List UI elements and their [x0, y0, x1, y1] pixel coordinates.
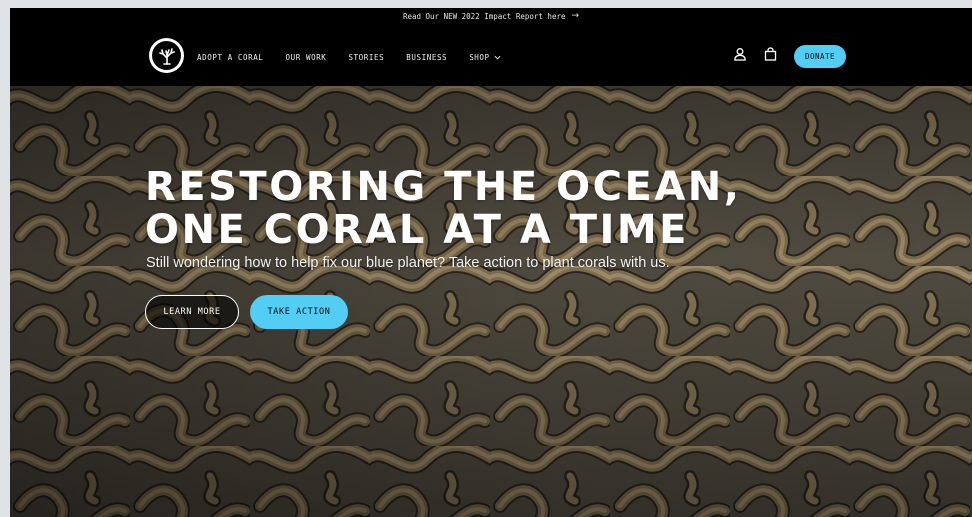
headline-line-1: RESTORING THE OCEAN, [145, 164, 742, 210]
main-navigation: ADOPT A CORAL OUR WORK STORIES BUSINESS … [10, 24, 972, 86]
arrow-right-icon[interactable]: → [572, 11, 580, 21]
announcement-text[interactable]: Read Our NEW 2022 Impact Report here [403, 12, 566, 21]
take-action-button[interactable]: TAKE ACTION [250, 295, 348, 329]
learn-more-button[interactable]: LEARN MORE [145, 295, 239, 329]
hero-subheadline: Still wondering how to help fix our blue… [146, 255, 670, 271]
nav-utility-icons [732, 46, 778, 62]
nav-item-adopt-a-coral[interactable]: ADOPT A CORAL [197, 51, 264, 63]
nav-item-shop[interactable]: SHOP [469, 51, 501, 63]
nav-item-label: OUR WORK [285, 52, 327, 62]
announcement-bar[interactable]: Read Our NEW 2022 Impact Report here → [10, 8, 972, 24]
browser-viewport: Read Our NEW 2022 Impact Report here → A… [10, 8, 972, 517]
nav-item-our-work[interactable]: OUR WORK [286, 51, 327, 63]
nav-item-business[interactable]: BUSINESS [406, 51, 447, 63]
hero-headline: RESTORING THE OCEAN, ONE CORAL AT A TIME [145, 166, 741, 252]
nav-item-label: STORIES [348, 52, 385, 62]
primary-menu: ADOPT A CORAL OUR WORK STORIES BUSINESS … [197, 51, 523, 63]
headline-line-2: ONE CORAL AT A TIME [145, 207, 690, 253]
shopping-bag-icon[interactable] [762, 46, 778, 62]
nav-item-label: SHOP [469, 52, 490, 62]
user-icon[interactable] [732, 46, 748, 62]
nav-item-label: ADOPT A CORAL [197, 52, 264, 62]
chevron-down-icon [494, 55, 501, 59]
coral-logo-icon[interactable] [149, 38, 184, 73]
donate-button[interactable]: DONATE [794, 45, 846, 68]
nav-item-stories[interactable]: STORIES [348, 51, 384, 63]
nav-item-label: BUSINESS [406, 52, 448, 62]
hero-section: RESTORING THE OCEAN, ONE CORAL AT A TIME… [10, 86, 972, 517]
